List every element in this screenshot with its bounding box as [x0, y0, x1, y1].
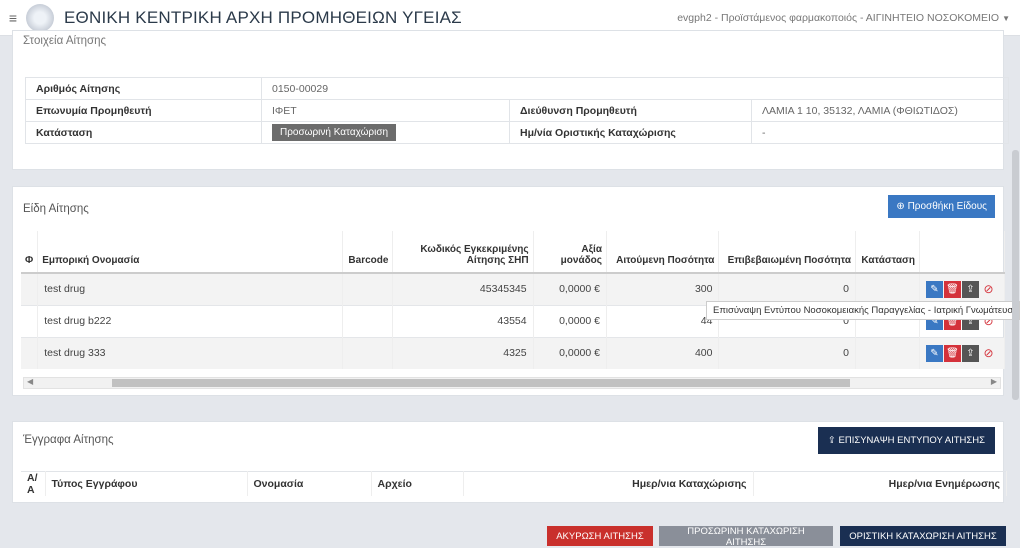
trash-icon[interactable]: 🗑 [944, 280, 961, 298]
panel-title: Στοιχεία Αίτησης [23, 35, 107, 47]
pencil-icon[interactable]: ✎ [926, 280, 943, 298]
col-upd-date[interactable]: Ημερ/νια Ενημέρωσης [753, 471, 1007, 496]
col-phi[interactable]: Φ [21, 231, 39, 274]
supplier-label: Επωνυμία Προμηθευτή [25, 99, 262, 122]
col-code[interactable]: Κωδικός Εγκεκριμένης Αίτησης ΣΗΠ [392, 231, 534, 274]
user-info: evgph2 - Προϊστάμενος φαρμακοποιός - ΑΙΓ… [677, 11, 1000, 24]
item-code: 43554 [392, 304, 534, 337]
item-confirmed: 0 [718, 336, 856, 369]
status-label: Κατάσταση [25, 121, 262, 144]
scroll-left-icon[interactable]: ◀ [27, 377, 33, 386]
col-aa[interactable]: Α/Α [21, 471, 46, 496]
attach-form-label: ΕΠΙΣΥΝΑΨΗ ΕΝΤΥΠΟΥ ΑΙΤΗΣΗΣ [838, 435, 986, 446]
col-actions [919, 231, 1005, 274]
upload-icon[interactable]: ⇪ [962, 344, 979, 362]
col-requested[interactable]: Αιτούμενη Ποσότητα [606, 231, 720, 274]
item-barcode [342, 304, 394, 337]
table-row: test drug 333 4325 0,0000 € 400 0 ✎ 🗑 ⇪ ⊘ [21, 336, 1005, 369]
col-status[interactable]: Κατάσταση [855, 231, 920, 274]
item-unit: 0,0000 € [533, 304, 607, 337]
app-title: ΕΘΝΙΚΗ ΚΕΝΤΡΙΚΗ ΑΡΧΗ ΠΡΟΜΗΘΕΙΩΝ ΥΓΕΙΑΣ [64, 7, 462, 27]
cancel-request-button[interactable]: ΑΚΥΡΩΣΗ ΑΙΤΗΣΗΣ [547, 526, 653, 546]
logo [26, 3, 54, 32]
scroll-right-icon[interactable]: ▶ [991, 377, 997, 386]
trash-icon[interactable]: 🗑 [944, 344, 961, 362]
item-code: 4325 [392, 336, 534, 369]
item-unit: 0,0000 € [533, 272, 607, 305]
col-doc-name[interactable]: Ονομασία [247, 471, 372, 496]
item-code: 45345345 [392, 272, 534, 305]
final-date-label: Ημ/νία Οριστικής Καταχώρισης [509, 121, 752, 144]
user-menu[interactable]: evgph2 - Προϊστάμενος φαρμακοποιός - ΑΙΓ… [677, 12, 1010, 24]
upload-icon: ⇪ [827, 435, 836, 446]
col-barcode[interactable]: Barcode [342, 231, 394, 274]
hamburger-menu-icon[interactable]: ≡ [0, 10, 26, 26]
attach-form-button[interactable]: ⇪ ΕΠΙΣΥΝΑΨΗ ΕΝΤΥΠΟΥ ΑΙΤΗΣΗΣ [817, 427, 995, 454]
col-name[interactable]: Εμπορική Ονομασία [37, 231, 344, 274]
documents-table: Α/Α Τύπος Εγγράφου Ονομασία Αρχείο Ημερ/… [21, 471, 1007, 496]
address-label: Διεύθυνση Προμηθευτή [509, 99, 752, 122]
item-barcode [342, 336, 394, 369]
final-date-value: - [751, 121, 1009, 144]
add-item-button[interactable]: ⊕ Προσθήκη Είδους [888, 195, 995, 218]
row-actions: ✎ 🗑 ⇪ ⊘ [919, 336, 1005, 369]
col-unit[interactable]: Αξία μονάδος [533, 231, 607, 274]
page-scrollbar[interactable] [1012, 150, 1019, 400]
status-badge: Προσωρινή Καταχώριση [272, 124, 397, 141]
plus-circle-icon: ⊕ [896, 201, 905, 212]
col-confirmed[interactable]: Επιβεβαιωμένη Ποσότητα [718, 231, 856, 274]
temporary-save-button[interactable]: ΠΡΟΣΩΡΙΝΗ ΚΑΤΑΧΩΡΙΣΗ ΑΙΤΗΣΗΣ [659, 526, 833, 548]
number-value: 0150-00029 [261, 77, 1009, 100]
request-details-panel: Στοιχεία Αίτησης Αριθμός Αίτησης 0150-00… [12, 30, 1009, 170]
number-label: Αριθμός Αίτησης [25, 77, 262, 100]
upload-icon[interactable]: ⇪ [962, 280, 979, 298]
final-save-button[interactable]: ΟΡΙΣΤΙΚΗ ΚΑΤΑΧΩΡΙΣΗ ΑΙΤΗΣΗΣ [840, 526, 1006, 546]
caret-down-icon: ▼ [1002, 13, 1010, 23]
item-unit: 0,0000 € [533, 336, 607, 369]
item-name: test drug b222 [37, 304, 344, 337]
tooltip: Επισύναψη Εντύπου Νοσοκομειακής Παραγγελ… [706, 301, 1020, 320]
item-name: test drug [37, 272, 344, 305]
items-table: Φ Εμπορική Ονομασία Barcode Κωδικός Εγκε… [21, 231, 1005, 369]
supplier-value: ΙΦΕΤ [261, 99, 510, 122]
horizontal-scrollbar[interactable]: ◀ ▶ [23, 377, 1001, 389]
action-bar: ΑΚΥΡΩΣΗ ΑΙΤΗΣΗΣ ΠΡΟΣΩΡΙΝΗ ΚΑΤΑΧΩΡΙΣΗ ΑΙΤ… [0, 518, 1020, 548]
ban-icon[interactable]: ⊘ [980, 345, 997, 362]
panel-title: Έγγραφα Αίτησης [23, 434, 114, 446]
pencil-icon[interactable]: ✎ [926, 344, 943, 362]
address-value: ΛΑΜΙΑ 1 10, 35132, ΛΑΜΙΑ (ΦΘΙΩΤΙΔΟΣ) [751, 99, 1009, 122]
item-barcode [342, 272, 394, 305]
item-name: test drug 333 [37, 336, 344, 369]
col-reg-date[interactable]: Ημερ/νια Καταχώρισης [463, 471, 754, 496]
col-file[interactable]: Αρχείο [371, 471, 464, 496]
item-requested: 300 [606, 272, 720, 305]
item-requested: 400 [606, 336, 720, 369]
item-requested: 44 [606, 304, 720, 337]
panel-title: Είδη Αίτησης [23, 203, 89, 215]
item-status [855, 336, 920, 369]
documents-panel: Έγγραφα Αίτησης ⇪ ΕΠΙΣΥΝΑΨΗ ΕΝΤΥΠΟΥ ΑΙΤΗ… [12, 421, 1007, 503]
ban-icon[interactable]: ⊘ [980, 281, 997, 298]
col-doc-type[interactable]: Τύπος Εγγράφου [45, 471, 248, 496]
items-panel: Είδη Αίτησης ⊕ Προσθήκη Είδους Φ Εμπορικ… [12, 186, 1005, 396]
add-item-label: Προσθήκη Είδους [907, 201, 987, 212]
scrollbar-thumb[interactable] [112, 379, 850, 387]
status-cell: Προσωρινή Καταχώριση [261, 121, 510, 144]
request-info-table: Αριθμός Αίτησης 0150-00029 Επωνυμία Προμ… [25, 77, 1009, 144]
